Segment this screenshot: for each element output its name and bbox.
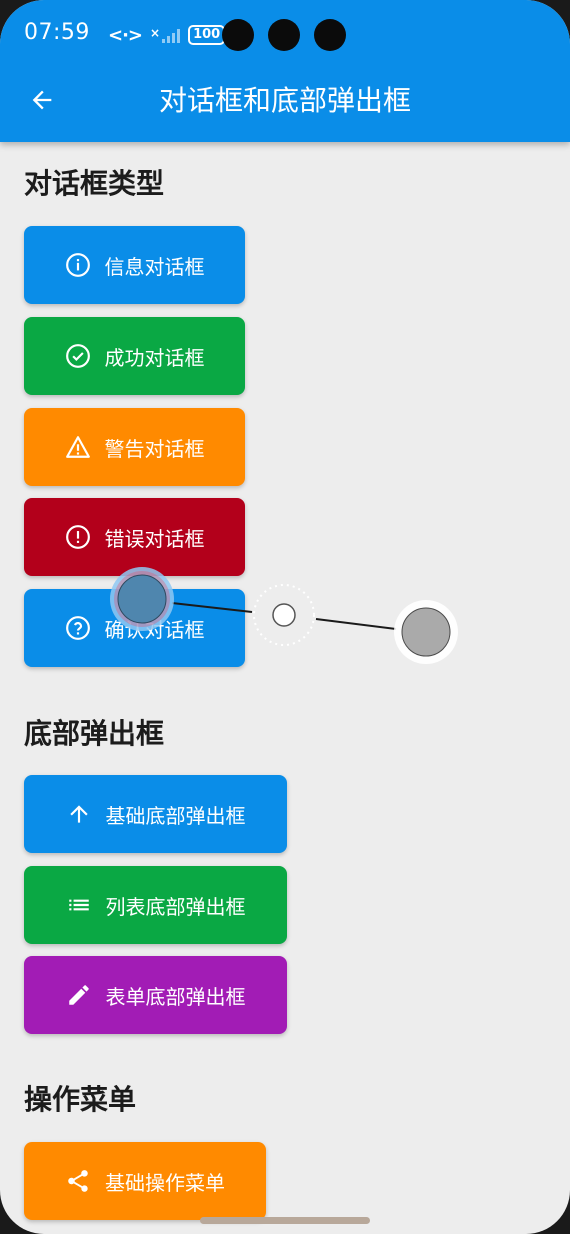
camera-cutout [314,19,346,51]
basic-bottom-sheet-button[interactable]: 基础底部弹出框 [24,775,287,853]
button-label: 信息对话框 [104,254,205,279]
app-header: 07:59 <·> × 100 对话框和底部弹出框 [0,0,570,142]
info-dialog-button[interactable]: 信息对话框 [24,226,245,304]
form-bottom-sheet-button[interactable]: 表单底部弹出框 [24,956,287,1034]
warning-dialog-button[interactable]: 警告对话框 [24,408,245,486]
status-time: 07:59 [24,20,90,45]
page-title: 对话框和底部弹出框 [158,84,411,117]
section-title-bottom-sheets: 底部弹出框 [24,717,165,750]
no-sim-mark: × [150,26,161,40]
success-dialog-button[interactable]: 成功对话框 [24,317,245,395]
button-label: 基础底部弹出框 [105,803,246,828]
main-content: 对话框类型 信息对话框 成功对话框 警告对话框 错误对话框 确认对话框 底部弹出… [0,142,570,1234]
button-label: 警告对话框 [104,436,205,461]
section-title-dialogs: 对话框类型 [24,167,165,200]
signal-icon: × [150,26,181,43]
button-label: 成功对话框 [104,345,205,370]
help-icon [65,615,91,641]
basic-action-menu-button[interactable]: 基础操作菜单 [24,1142,266,1220]
button-label: 确认对话框 [104,617,205,642]
button-label: 错误对话框 [104,526,205,551]
button-label: 列表底部弹出框 [105,894,246,919]
button-label: 表单底部弹出框 [105,984,246,1009]
home-indicator[interactable] [200,1217,370,1224]
share-icon [65,1168,91,1194]
confirm-dialog-button[interactable]: 确认对话框 [24,589,245,667]
list-icon [66,892,92,918]
phone-screen: 07:59 <·> × 100 对话框和底部弹出框 对话框类型 信息对话框 成功… [0,0,570,1234]
status-icons: <·> × 100 [108,22,226,48]
edit-icon [66,982,92,1008]
warning-icon [65,434,91,460]
arrow-up-icon [66,801,92,827]
camera-cutout [222,19,254,51]
list-bottom-sheet-button[interactable]: 列表底部弹出框 [24,866,287,944]
button-label: 基础操作菜单 [105,1170,225,1195]
battery-icon: 100 [188,25,226,45]
info-icon [65,252,91,278]
error-icon [65,524,91,550]
check-circle-icon [65,343,91,369]
section-title-action-menu: 操作菜单 [24,1083,137,1116]
network-activity-icon: <·> [108,24,143,46]
error-dialog-button[interactable]: 错误对话框 [24,498,245,576]
camera-cutout [268,19,300,51]
